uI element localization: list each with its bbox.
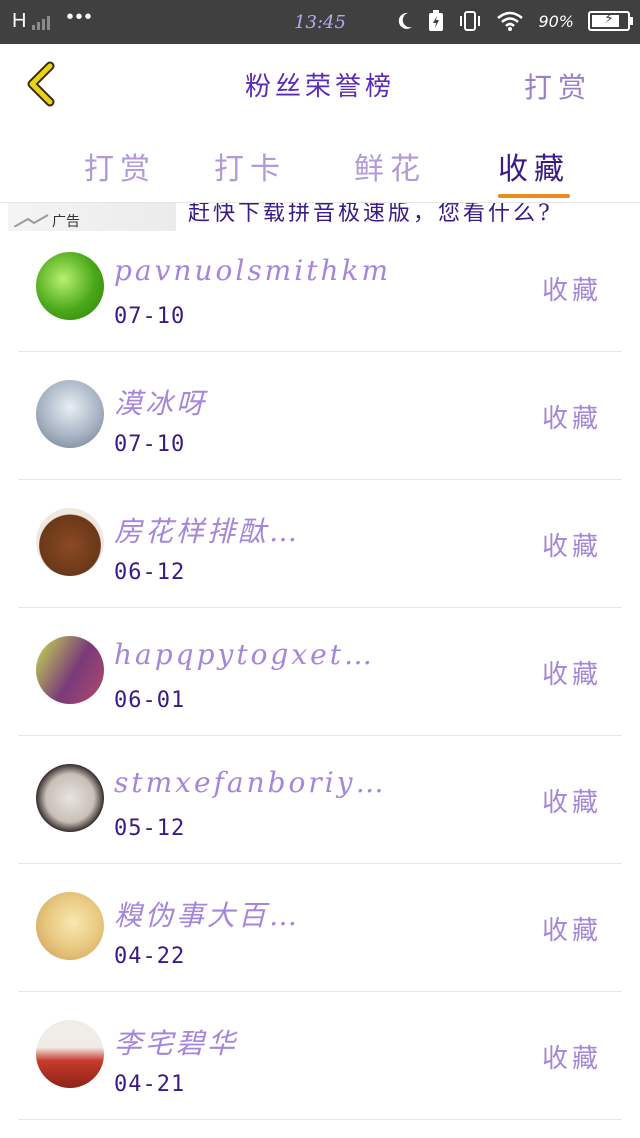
avatar [36, 892, 104, 960]
favorite-date: 06-01 [114, 688, 186, 713]
tab-reward[interactable]: 打赏 [60, 144, 180, 188]
list-item[interactable]: 漠冰呀 07-10 收藏 [0, 352, 640, 480]
favorite-label: 收藏 [541, 532, 602, 562]
battery-icon: ⚡ [588, 11, 633, 31]
list-item[interactable]: hapqpytogxet… 06-01 收藏 [0, 608, 640, 736]
favorite-label: 收藏 [541, 276, 602, 306]
favorite-label: 收藏 [541, 660, 602, 690]
list-item[interactable]: stmxefanboriy… 05-12 收藏 [0, 736, 640, 864]
favorite-label: 收藏 [541, 788, 602, 818]
user-name: stmxefanboriy… [114, 766, 387, 799]
battery-percent: 90% [538, 11, 574, 31]
user-name: 李宅碧华 [114, 1027, 239, 1060]
favorite-date: 04-22 [114, 944, 186, 969]
app-header: 粉丝荣誉榜 打赏 [0, 44, 640, 130]
charging-icon [429, 10, 444, 31]
favorite-date: 07-10 [114, 304, 186, 329]
avatar [36, 636, 104, 704]
favorite-date: 06-12 [114, 560, 186, 585]
wifi-icon [497, 11, 524, 31]
list-item[interactable]: 李宅碧华 04-21 收藏 [0, 992, 640, 1120]
favorite-date: 04-21 [114, 1072, 186, 1097]
list-item[interactable]: 房花样排酞… 06-12 收藏 [0, 480, 640, 608]
favorite-date: 07-10 [114, 432, 186, 457]
active-tab-indicator [498, 194, 570, 198]
avatar [36, 380, 104, 448]
avatar [36, 1020, 104, 1088]
user-name: hapqpytogxet… [114, 638, 375, 671]
list-item[interactable]: 糗伪事大百… 04-22 收藏 [0, 864, 640, 992]
status-right: 90% ⚡ [396, 10, 633, 32]
tab-favorites[interactable]: 收藏 [474, 144, 594, 188]
favorite-date: 05-12 [114, 816, 186, 841]
avatar [36, 764, 104, 832]
favorites-list: pavnuolsmithkm 07-10 收藏 漠冰呀 07-10 收藏 房花样… [0, 224, 640, 1120]
avatar [36, 508, 104, 576]
vibrate-icon [460, 11, 481, 31]
moon-icon [399, 12, 413, 29]
favorite-label: 收藏 [541, 916, 602, 946]
status-bar: H ••• 13:45 90% ⚡ [0, 0, 640, 44]
list-item[interactable]: pavnuolsmithkm 07-10 收藏 [0, 224, 640, 352]
user-name: 漠冰呀 [114, 387, 208, 420]
divider [18, 1119, 622, 1120]
user-name: 糗伪事大百… [114, 899, 301, 932]
favorite-label: 收藏 [541, 1044, 602, 1074]
tab-bar: 打赏 打卡 鲜花 收藏 [0, 130, 640, 203]
user-name: 房花样排酞… [114, 515, 301, 548]
reward-button[interactable]: 打赏 [524, 66, 592, 106]
user-name: pavnuolsmithkm [114, 254, 391, 287]
tab-flowers[interactable]: 鲜花 [330, 144, 450, 188]
tab-checkin[interactable]: 打卡 [190, 144, 310, 188]
favorite-label: 收藏 [541, 404, 602, 434]
avatar [36, 252, 104, 320]
